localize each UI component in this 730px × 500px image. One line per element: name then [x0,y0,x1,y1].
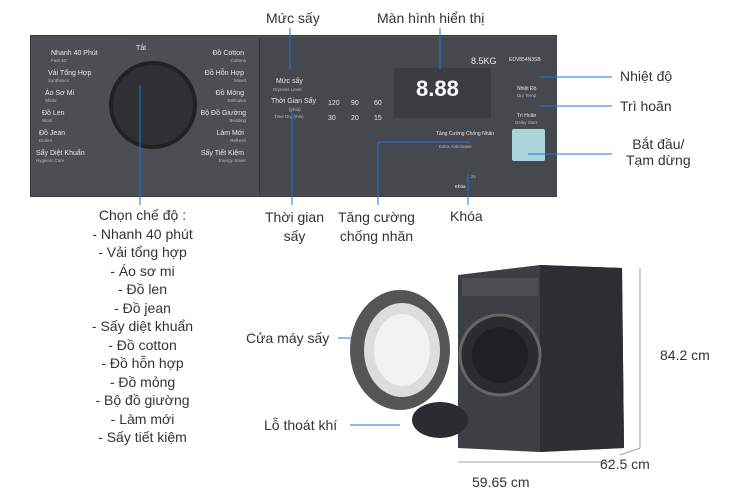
vent [412,402,468,438]
callout-crease: Tăng cường chống nhăn [338,209,415,244]
callout-vent: Lỗ thoát khí [264,417,338,433]
dim-width: 59.65 cm [472,474,530,490]
callout-time: Thời gian sấy [265,209,324,244]
mode-item: - Vải tổng hợp [98,244,187,260]
mode-item: - Sấy diệt khuẩn [91,318,194,334]
mode-item: - Đồ len [117,281,168,297]
mode-item: - Sấy tiết kiệm [98,429,187,445]
dim-depth: 62.5 cm [600,456,650,472]
callout-lock: Khóa [450,208,483,224]
callout-start: Bắt đầu/Tạm dừng [626,136,691,168]
mode-item: - Đồ mỏng [109,373,176,390]
dryer-machine [350,265,624,452]
mode-item: - Đồ jean [114,299,171,316]
mode-list: Chọn chế độ : - Nhanh 40 phút - Vải tổng … [60,206,225,447]
callout-door: Cửa máy sấy [246,330,330,346]
mode-item: - Nhanh 40 phút [92,225,193,242]
mode-item: - Bộ đồ giường [95,392,190,408]
callout-temperature: Nhiệt độ [620,68,673,84]
callout-display: Màn hình hiển thị [377,10,485,26]
dim-height: 84.2 cm [660,347,710,363]
mode-item: - Làm mới [110,410,175,427]
mode-item: - Áo sơ mi [110,262,175,279]
mode-item: - Đồ hỗn hợp [101,355,184,371]
callout-delay: Trì hoãn [620,98,672,114]
mode-list-title: Chọn chế độ : [98,207,187,223]
mode-item: - Đồ cotton [108,336,177,353]
callout-dry-level: Mức sấy [266,10,320,26]
